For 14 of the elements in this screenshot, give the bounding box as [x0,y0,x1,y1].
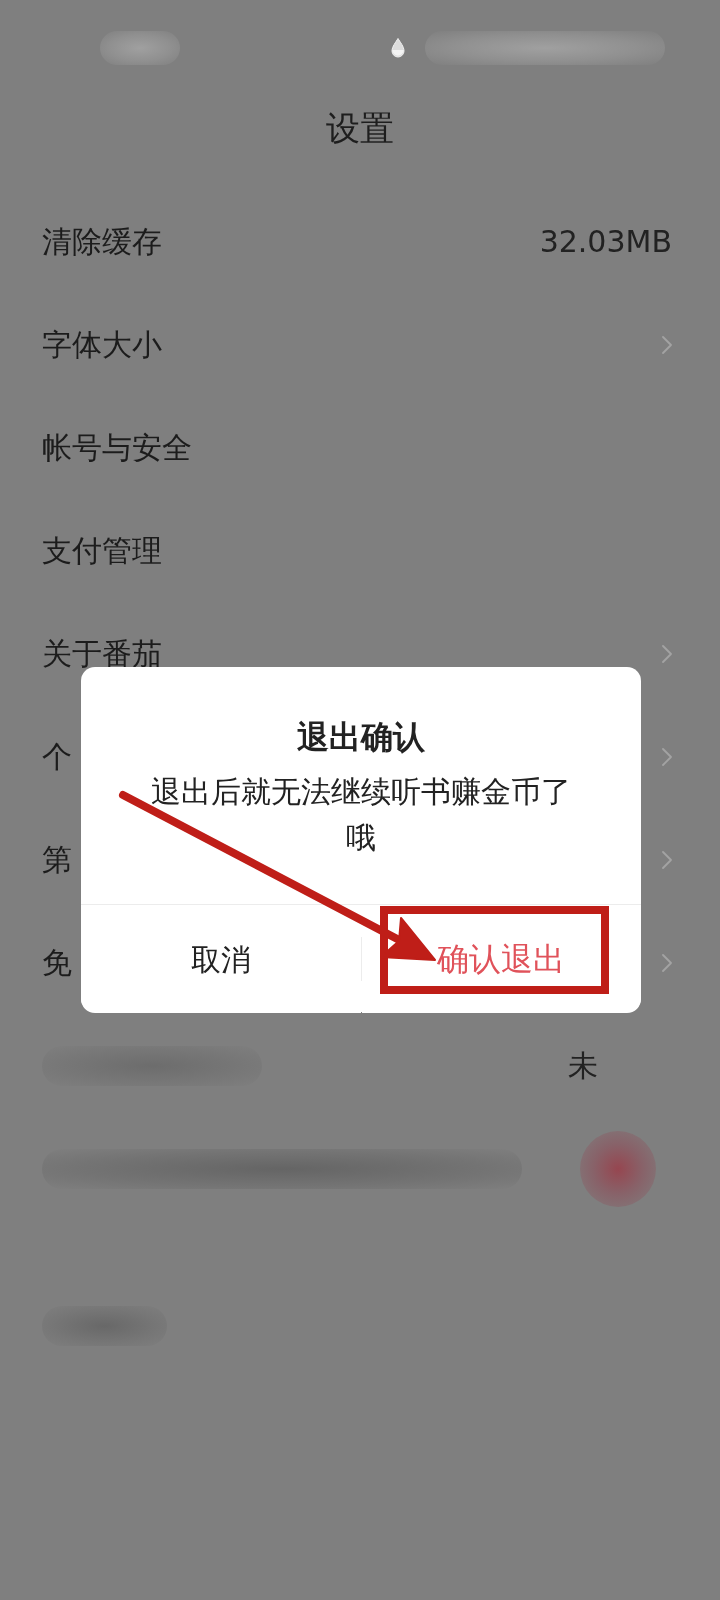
setting-value: 32.03MB [539,222,672,261]
dialog-title: 退出确认 [296,717,426,758]
setting-label[interactable]: 第 [42,840,72,879]
page-title: 设置 [326,107,394,149]
confirm-logout-button[interactable]: 确认退出 [361,905,641,1013]
water-drop-icon [391,38,405,58]
setting-label[interactable]: 免 [42,943,72,982]
setting-label[interactable]: 帐号与安全 [42,428,192,467]
setting-label[interactable]: 支付管理 [42,531,162,570]
setting-value: 未 [568,1046,598,1085]
setting-label[interactable]: 字体大小 [42,325,162,364]
setting-label[interactable]: 清除缓存 [42,222,162,261]
dialog-message: 退出后就无法继续听书赚金币了哦 [150,773,572,857]
setting-label[interactable]: 个 [42,737,72,776]
